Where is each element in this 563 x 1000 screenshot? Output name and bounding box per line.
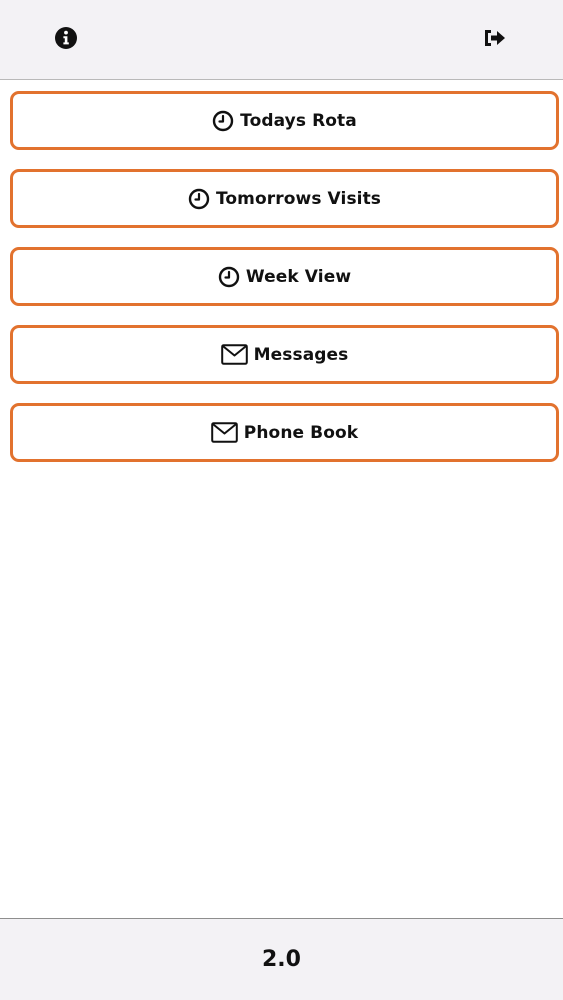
messages-button[interactable]: Messages <box>10 325 559 384</box>
todays-rota-button[interactable]: Todays Rota <box>10 91 559 150</box>
clock-icon <box>188 188 210 210</box>
sign-out-icon <box>482 27 508 54</box>
top-bar <box>0 0 563 80</box>
week-view-button[interactable]: Week View <box>10 247 559 306</box>
phone-book-button[interactable]: Phone Book <box>10 403 559 462</box>
todays-rota-label: Todays Rota <box>240 110 357 131</box>
tomorrows-visits-label: Tomorrows Visits <box>215 188 382 209</box>
info-circle-icon <box>54 26 78 55</box>
messages-label: Messages <box>253 344 349 365</box>
main-menu: Todays Rota Tomorrows Visits Week View M… <box>10 91 559 481</box>
clock-icon <box>212 110 234 132</box>
envelope-icon <box>210 422 238 443</box>
phone-book-label: Phone Book <box>243 422 359 443</box>
tomorrows-visits-button[interactable]: Tomorrows Visits <box>10 169 559 228</box>
logout-button[interactable] <box>477 22 513 58</box>
info-button[interactable] <box>48 22 84 58</box>
bottom-bar: 2.0 <box>0 918 563 1000</box>
clock-icon <box>218 266 240 288</box>
app-version: 2.0 <box>262 947 301 972</box>
envelope-icon <box>220 344 248 365</box>
week-view-label: Week View <box>245 266 352 287</box>
